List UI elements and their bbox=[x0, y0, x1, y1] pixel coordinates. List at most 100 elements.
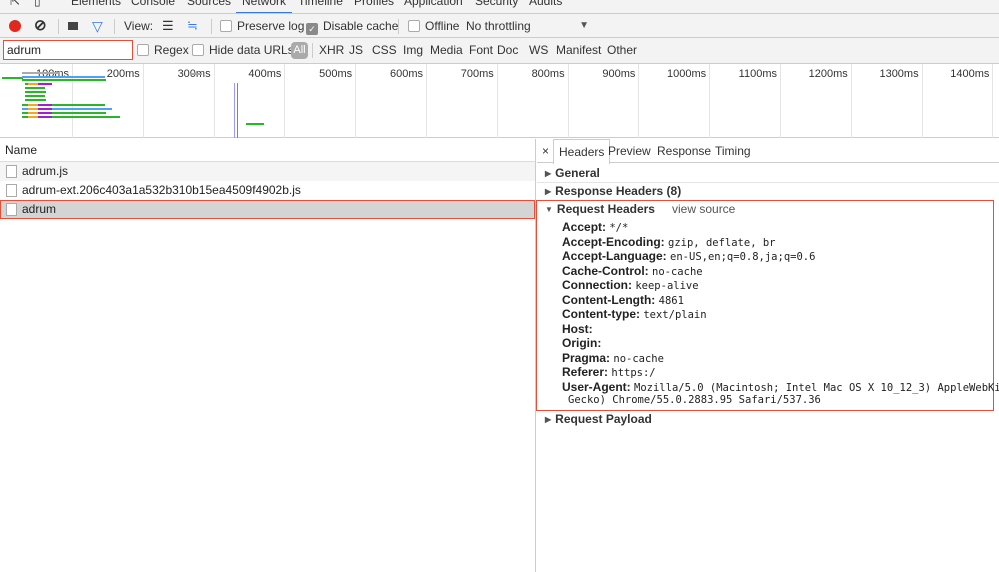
filter-type-ws[interactable]: WS bbox=[529, 38, 548, 64]
overview-bar bbox=[25, 99, 46, 101]
clear-icon[interactable]: ⊘ bbox=[34, 14, 47, 38]
overview-tick-label: 700ms bbox=[460, 68, 494, 80]
filter-type-font[interactable]: Font bbox=[469, 38, 493, 64]
header-name: Origin: bbox=[562, 336, 602, 350]
throttling-select[interactable]: No throttling ▼ bbox=[466, 14, 591, 38]
request-list: Name adrum.js adrum-ext.206c403a1a532b310… bbox=[0, 139, 536, 572]
devtools-tab-bar: ⇱ ▯ Elements Console Sources Network Tim… bbox=[0, 0, 999, 14]
response-headers-section[interactable]: ▶ Response Headers (8) bbox=[545, 184, 681, 198]
tab-console[interactable]: Console bbox=[131, 0, 175, 8]
filter-type-media[interactable]: Media bbox=[430, 38, 463, 64]
tab-headers[interactable]: Headers bbox=[553, 139, 611, 164]
overview-bar bbox=[25, 95, 45, 97]
file-icon bbox=[6, 165, 17, 178]
filter-bar: adrum Regex Hide data URLs All XHR JS CSS I… bbox=[0, 38, 999, 64]
overview-bar bbox=[22, 76, 105, 78]
overview-gridline bbox=[355, 64, 357, 138]
filter-type-other[interactable]: Other bbox=[607, 38, 637, 64]
tab-elements[interactable]: Elements bbox=[71, 0, 121, 8]
expand-triangle-icon: ▶ bbox=[545, 415, 552, 424]
overview-bar bbox=[22, 72, 60, 74]
overview-tick-label: 1300ms bbox=[879, 68, 919, 80]
overview-bar bbox=[25, 87, 45, 89]
overview-bar bbox=[28, 116, 38, 118]
offline-checkbox[interactable]: Offline bbox=[408, 14, 459, 38]
filter-icon[interactable]: ▽ bbox=[92, 14, 103, 38]
request-header-row: Host: bbox=[562, 322, 593, 336]
disable-cache-checkbox[interactable]: ✓ Disable cache bbox=[306, 14, 398, 38]
header-name: Host: bbox=[562, 321, 593, 336]
load-event-line bbox=[237, 83, 238, 138]
tab-preview[interactable]: Preview bbox=[603, 139, 656, 163]
filter-type-doc[interactable]: Doc bbox=[497, 38, 518, 64]
tab-timeline[interactable]: Timeline bbox=[298, 0, 343, 8]
expand-triangle-icon: ▶ bbox=[545, 169, 552, 178]
overview-bar bbox=[38, 112, 52, 114]
load-event-line bbox=[234, 83, 235, 138]
overview-gridline bbox=[426, 64, 427, 138]
view-label: View: bbox=[124, 19, 154, 33]
network-toolbar: ⊘ ▽ View: ☰ ≒ Preserve log ✓ Disable cach… bbox=[0, 14, 999, 38]
overview-gridline bbox=[142, 64, 144, 138]
waterfall-overview-icon[interactable]: ≒ bbox=[187, 14, 198, 38]
header-value: en-US,en;q=0.8,ja;q=0.6 bbox=[670, 251, 816, 263]
request-header-row: Pragma: no-cache bbox=[562, 351, 664, 365]
file-icon bbox=[6, 184, 17, 197]
overview-gridline bbox=[992, 64, 994, 138]
header-name: Content-type: bbox=[562, 307, 640, 321]
filter-input[interactable]: adrum bbox=[3, 40, 133, 60]
header-value: https:/ bbox=[611, 367, 656, 379]
tab-response[interactable]: Response bbox=[652, 139, 716, 163]
request-name: adrum bbox=[22, 202, 57, 216]
view-source-link[interactable]: view source bbox=[672, 202, 735, 216]
request-row[interactable]: adrum-ext.206c403a1a532b310b15ea4509f490… bbox=[0, 181, 535, 200]
device-toggle-icon[interactable]: ▯ bbox=[34, 0, 41, 8]
tab-sources[interactable]: Sources bbox=[187, 0, 231, 8]
header-name: Connection: bbox=[562, 278, 632, 292]
filter-type-xhr[interactable]: XHR bbox=[319, 38, 344, 64]
network-overview[interactable]: 100ms200ms300ms400ms500ms600ms700ms800ms… bbox=[0, 64, 999, 138]
large-rows-icon[interactable]: ☰ bbox=[162, 14, 174, 38]
general-section[interactable]: ▶ General bbox=[545, 166, 600, 180]
regex-checkbox[interactable]: Regex bbox=[137, 38, 189, 64]
request-header-row: Content-type: text/plain bbox=[562, 307, 707, 321]
overview-tick-label: 600ms bbox=[389, 68, 423, 80]
filter-type-manifest[interactable]: Manifest bbox=[556, 38, 601, 64]
overview-tick-label: 500ms bbox=[319, 68, 353, 80]
record-button[interactable] bbox=[9, 20, 21, 32]
name-column-header[interactable]: Name bbox=[0, 139, 535, 162]
overview-gridline bbox=[496, 64, 498, 138]
request-header-row: Accept-Language: en-US,en;q=0.8,ja;q=0.6 bbox=[562, 249, 815, 263]
tab-profiles[interactable]: Profiles bbox=[354, 0, 394, 8]
tab-timing[interactable]: Timing bbox=[710, 139, 756, 163]
file-icon bbox=[6, 203, 17, 216]
filter-type-css[interactable]: CSS bbox=[372, 38, 397, 64]
overview-gridline bbox=[921, 64, 923, 138]
filter-all-button[interactable]: All bbox=[291, 42, 308, 59]
close-icon[interactable]: × bbox=[537, 139, 554, 163]
request-headers-section[interactable]: ▼ Request Headers bbox=[545, 202, 655, 216]
overview-gridline bbox=[567, 64, 569, 138]
tab-network[interactable]: Network bbox=[236, 0, 293, 13]
hide-data-urls-checkbox[interactable]: Hide data URLs bbox=[192, 38, 294, 64]
preserve-log-checkbox[interactable]: Preserve log bbox=[220, 14, 304, 38]
tab-audits[interactable]: Audits bbox=[529, 0, 562, 8]
user-agent-continuation: Gecko) Chrome/55.0.2883.95 Safari/537.36 bbox=[568, 394, 821, 406]
overview-bar bbox=[28, 112, 38, 114]
overview-bar bbox=[38, 104, 52, 106]
filter-type-img[interactable]: Img bbox=[403, 38, 423, 64]
request-row[interactable]: adrum bbox=[0, 200, 535, 219]
request-row[interactable]: adrum.js bbox=[0, 162, 535, 181]
header-value: no-cache bbox=[652, 265, 703, 278]
tab-application[interactable]: Application bbox=[404, 0, 463, 8]
screenshot-camera-icon[interactable] bbox=[68, 22, 78, 30]
filter-type-js[interactable]: JS bbox=[349, 38, 363, 64]
overview-bar bbox=[28, 83, 38, 85]
header-value: gzip, deflate, br bbox=[668, 236, 776, 249]
inspect-icon[interactable]: ⇱ bbox=[10, 0, 20, 8]
tab-security[interactable]: Security bbox=[475, 0, 518, 8]
request-payload-section[interactable]: ▶ Request Payload bbox=[545, 412, 652, 426]
request-header-row: Connection: keep-alive bbox=[562, 278, 699, 292]
overview-bar bbox=[38, 108, 52, 110]
overview-gridline bbox=[638, 64, 640, 138]
